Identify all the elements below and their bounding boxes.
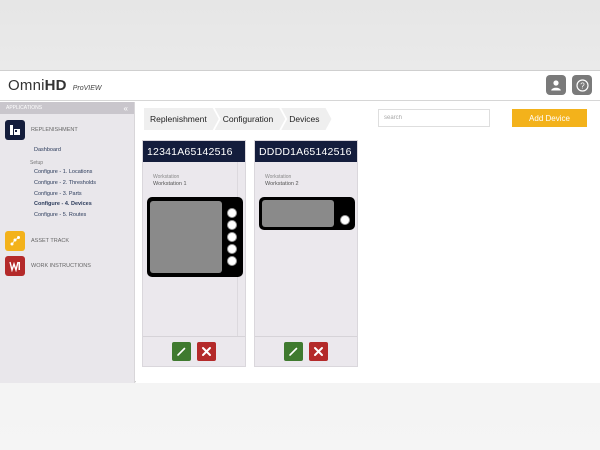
delete-button[interactable] bbox=[197, 342, 216, 361]
workstation-label: Workstation bbox=[265, 174, 292, 180]
device-id: 12341A65142516 bbox=[143, 141, 245, 162]
sidebar-title: APPLICATIONS bbox=[6, 105, 43, 111]
pencil-icon bbox=[289, 347, 298, 356]
device-button bbox=[340, 215, 350, 225]
sidebar-link-parts[interactable]: Configure - 3. Parts bbox=[0, 189, 134, 200]
sidebar-link-locations[interactable]: Configure - 1. Locations bbox=[0, 167, 134, 178]
sidebar-item-asset-track[interactable]: ASSET TRACK bbox=[5, 230, 134, 251]
sidebar: APPLICATIONS « REPLENISHMENT Dashboard S… bbox=[0, 102, 135, 383]
device-card: DDDD1A65142516 Workstation Workstation 2 bbox=[254, 140, 358, 367]
breadcrumb-configuration[interactable]: Configuration bbox=[215, 108, 286, 130]
device-button bbox=[227, 256, 237, 266]
sidebar-item-label: REPLENISHMENT bbox=[31, 127, 78, 133]
add-device-button[interactable]: Add Device bbox=[512, 109, 587, 127]
app-logo: OmniHD ProVIEW bbox=[8, 77, 102, 94]
delete-button[interactable] bbox=[309, 342, 328, 361]
close-icon bbox=[202, 347, 211, 356]
logo-omni: OmniHD bbox=[8, 77, 67, 94]
search-input[interactable] bbox=[378, 109, 490, 127]
sidebar-item-work-instructions[interactable]: WORK INSTRUCTIONS bbox=[5, 255, 134, 276]
svg-text:?: ? bbox=[580, 81, 585, 90]
asset-track-icon bbox=[5, 230, 25, 251]
device-button bbox=[227, 244, 237, 254]
user-icon[interactable] bbox=[546, 75, 566, 95]
device-card: 12341A65142516 Workstation Workstation 1 bbox=[142, 140, 246, 367]
workstation-label: Workstation bbox=[153, 174, 180, 180]
device-button bbox=[227, 220, 237, 230]
edit-button[interactable] bbox=[172, 342, 191, 361]
replenishment-icon bbox=[5, 120, 25, 140]
breadcrumb-devices[interactable]: Devices bbox=[281, 108, 331, 130]
sidebar-link-dashboard[interactable]: Dashboard bbox=[0, 144, 134, 156]
workstation-value: Workstation 2 bbox=[265, 181, 299, 187]
close-icon bbox=[314, 347, 323, 356]
help-icon[interactable]: ? bbox=[572, 75, 592, 95]
sidebar-link-devices[interactable]: Configure - 4. Devices bbox=[0, 199, 134, 210]
device-button bbox=[227, 232, 237, 242]
device-screen bbox=[150, 201, 222, 273]
edit-button[interactable] bbox=[284, 342, 303, 361]
work-instructions-icon bbox=[5, 255, 25, 276]
collapse-icon[interactable]: « bbox=[124, 104, 128, 113]
device-button bbox=[227, 208, 237, 218]
sidebar-item-label: WORK INSTRUCTIONS bbox=[31, 262, 91, 269]
sidebar-item-replenishment[interactable]: REPLENISHMENT bbox=[5, 120, 134, 140]
breadcrumb-replenishment[interactable]: Replenishment bbox=[144, 108, 219, 130]
card-actions bbox=[143, 336, 245, 366]
small-device-graphic bbox=[259, 197, 355, 230]
main-content: Replenishment Configuration Devices Add … bbox=[136, 102, 600, 383]
device-screen bbox=[262, 200, 334, 227]
app-window: OmniHD ProVIEW ? APPLICATIONS « REPLENIS… bbox=[0, 70, 600, 383]
breadcrumb: Replenishment Configuration Devices bbox=[144, 108, 332, 130]
workstation-value: Workstation 1 bbox=[153, 181, 187, 187]
sidebar-header: APPLICATIONS « bbox=[0, 102, 134, 114]
card-actions bbox=[255, 336, 357, 366]
logo-product: ProVIEW bbox=[72, 85, 102, 92]
tall-device-graphic bbox=[147, 197, 243, 277]
sidebar-link-routes[interactable]: Configure - 5. Routes bbox=[0, 210, 134, 221]
sidebar-setup-label: Setup bbox=[30, 160, 44, 166]
top-bar: OmniHD ProVIEW ? bbox=[0, 71, 600, 101]
device-id: DDDD1A65142516 bbox=[255, 141, 357, 162]
sidebar-link-thresholds[interactable]: Configure - 2. Thresholds bbox=[0, 178, 134, 189]
pencil-icon bbox=[177, 347, 186, 356]
sidebar-item-label: ASSET TRACK bbox=[31, 237, 70, 244]
